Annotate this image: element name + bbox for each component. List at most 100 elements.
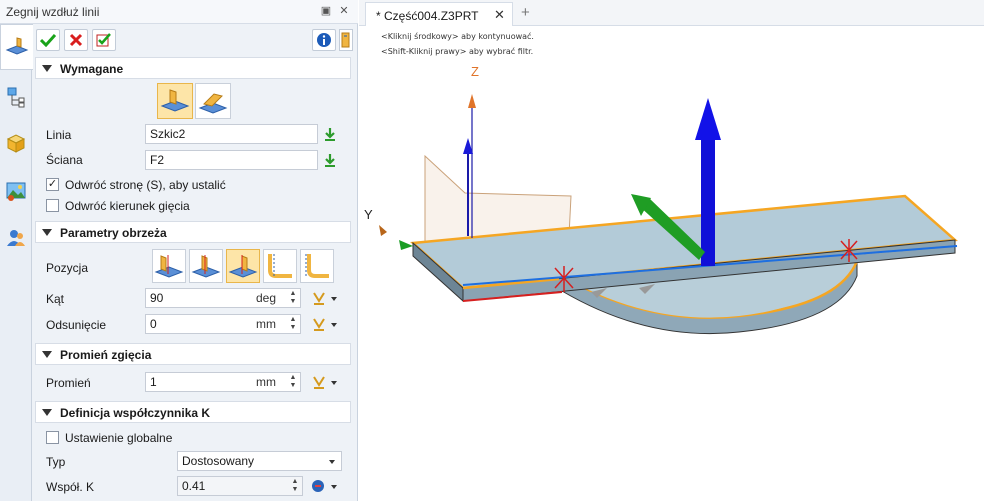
face-field[interactable]: F2: [145, 150, 318, 170]
collapse-arrow-icon: [42, 65, 52, 72]
y-axis-arrow-icon: [379, 225, 387, 236]
position-option-2[interactable]: [189, 249, 223, 283]
x-axis-arrow-icon: [399, 240, 413, 250]
z-axis-label: Z: [471, 64, 479, 79]
radius-unit: mm: [256, 375, 276, 389]
tab-close-button[interactable]: ✕: [494, 7, 505, 23]
check-icon: [40, 33, 56, 47]
position-option-5[interactable]: [300, 249, 334, 283]
info-icon: [317, 33, 331, 47]
help-button[interactable]: [339, 29, 353, 51]
kfactor-options-chevron-icon[interactable]: [331, 485, 337, 489]
section-required-header[interactable]: Wymagane: [35, 57, 351, 79]
position-label: Pozycja: [46, 261, 89, 275]
info-button[interactable]: [312, 29, 336, 51]
dock-titlebar: Zegnij wzdłuż linii ▣ ✕: [0, 0, 358, 24]
kfactor-label: Współ. K: [46, 480, 95, 494]
position-option-1[interactable]: [152, 249, 186, 283]
section-bend-radius-header[interactable]: Promień zgięcia: [35, 343, 351, 365]
position-bend-outside-icon: [268, 254, 292, 278]
kfactor-value: 0.41: [182, 479, 206, 493]
side-tab-render[interactable]: [3, 178, 29, 204]
side-tab-strip: [0, 24, 33, 501]
type-select[interactable]: Dostosowany: [177, 451, 342, 471]
position-outside-icon: [154, 255, 184, 278]
radius-value: 1: [150, 375, 157, 389]
collapse-arrow-icon: [42, 409, 52, 416]
side-tab-part[interactable]: [3, 130, 29, 156]
line-field[interactable]: Szkic2: [145, 124, 318, 144]
position-option-3[interactable]: [226, 249, 260, 283]
angle-unit: deg: [255, 291, 276, 305]
kfactor-spinner[interactable]: ▲ ▼: [290, 478, 300, 494]
help-book-icon: [341, 32, 350, 48]
position-option-4[interactable]: [263, 249, 297, 283]
collapse-arrow-icon: [42, 351, 52, 358]
flip-side-checkbox[interactable]: ✓: [46, 178, 59, 191]
position-button-group: [152, 249, 337, 283]
bend-feature-icon: [5, 37, 29, 55]
angle-field[interactable]: 90 deg ▲ ▼: [145, 288, 301, 308]
bend-type-one-side-button[interactable]: [157, 83, 193, 119]
measure-icon[interactable]: [311, 290, 327, 306]
history-tree-icon: [7, 87, 25, 108]
offset-unit: mm: [256, 317, 276, 331]
bend-one-side-icon: [160, 89, 190, 112]
radius-spinner[interactable]: ▲ ▼: [288, 374, 298, 390]
apply-check-icon: [96, 33, 111, 47]
offset-spinner[interactable]: ▲ ▼: [288, 316, 298, 332]
section-trim-header[interactable]: Parametry obrzeża: [35, 221, 351, 243]
global-setting-label: Ustawienie globalne: [65, 431, 173, 445]
collapse-arrow-icon: [42, 229, 52, 236]
cancel-button[interactable]: [64, 29, 88, 51]
angle-value: 90: [150, 291, 164, 305]
side-tab-history[interactable]: [3, 84, 29, 110]
tab-document[interactable]: * Część004.Z3PRT ✕: [365, 2, 513, 26]
face-label: Ściana: [46, 153, 83, 167]
kfactor-field[interactable]: 0.41 ▲ ▼: [177, 476, 303, 496]
close-icon: [69, 33, 83, 47]
add-tab-button[interactable]: +: [521, 4, 530, 21]
options-panel: Wymagane Linia Szkic2 Ściana F2 ✓ Odwróć…: [33, 24, 353, 501]
face-value: F2: [150, 153, 165, 167]
position-bend-inside-icon: [305, 254, 329, 278]
side-tab-bend[interactable]: [0, 24, 33, 70]
measure-icon[interactable]: [311, 374, 327, 390]
offset-field[interactable]: 0 mm ▲ ▼: [145, 314, 301, 334]
angle-options-chevron-icon[interactable]: [331, 297, 337, 301]
flip-direction-checkbox[interactable]: [46, 199, 59, 212]
render-icon: [6, 182, 26, 201]
radius-options-chevron-icon[interactable]: [331, 381, 337, 385]
section-title: Wymagane: [60, 62, 124, 76]
dock-pin-button[interactable]: ▣: [320, 5, 332, 17]
pick-arrow-icon[interactable]: [322, 152, 338, 168]
flip-side-label: Odwróć stronę (S), aby ustalić: [65, 178, 226, 192]
section-title: Definicja współczynnika K: [60, 406, 211, 420]
section-title: Promień zgięcia: [60, 348, 152, 362]
offset-options-chevron-icon[interactable]: [331, 323, 337, 327]
line-value: Szkic2: [150, 127, 186, 141]
tab-label: * Część004.Z3PRT: [376, 9, 479, 23]
apply-button[interactable]: [92, 29, 116, 51]
bend-type-two-side-button[interactable]: [195, 83, 231, 119]
global-setting-checkbox[interactable]: [46, 431, 59, 444]
3d-viewport[interactable]: <Kliknij środkowy> aby kontynuować. <Shi…: [359, 26, 984, 501]
chevron-down-icon: [329, 460, 335, 464]
section-title: Parametry obrzeża: [60, 226, 167, 240]
type-label: Typ: [46, 455, 66, 469]
angle-spinner[interactable]: ▲ ▼: [288, 290, 298, 306]
position-center-icon: [191, 255, 221, 278]
position-inside-icon: [228, 255, 258, 278]
radius-field[interactable]: 1 mm ▲ ▼: [145, 372, 301, 392]
model-canvas[interactable]: Z Y: [359, 26, 984, 501]
measure-icon[interactable]: [311, 316, 327, 332]
pick-arrow-icon[interactable]: [322, 126, 338, 142]
ok-button[interactable]: [36, 29, 60, 51]
dock-title: Zegnij wzdłuż linii: [6, 5, 100, 19]
section-kfactor-header[interactable]: Definicja współczynnika K: [35, 401, 351, 423]
kfactor-table-icon[interactable]: [310, 478, 326, 494]
line-label: Linia: [46, 128, 72, 142]
side-tab-user[interactable]: [3, 225, 29, 251]
document-tabbar: * Część004.Z3PRT ✕ +: [359, 0, 984, 26]
dock-close-button[interactable]: ✕: [338, 5, 350, 17]
